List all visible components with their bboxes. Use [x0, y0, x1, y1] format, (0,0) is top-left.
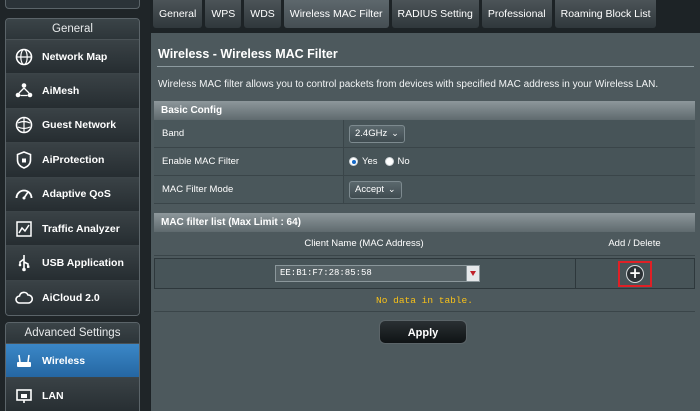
- traffic-analyzer-icon: [13, 218, 35, 240]
- tab-bar: General WPS WDS Wireless MAC Filter RADI…: [150, 0, 700, 29]
- enable-mac-filter-row: Enable MAC Filter Yes No: [154, 148, 695, 176]
- basic-config-header: Basic Config: [154, 101, 695, 120]
- tab-general[interactable]: General: [153, 0, 203, 28]
- mac-filter-mode-cell: Accept ⌄: [344, 176, 695, 203]
- guest-network-icon: [13, 114, 35, 136]
- page-title: Wireless - Wireless MAC Filter: [158, 47, 338, 61]
- usb-application-icon: [13, 252, 35, 274]
- enable-no-radio[interactable]: [384, 157, 394, 166]
- no-data-message: No data in table.: [154, 290, 695, 312]
- client-name-column-header: Client Name (MAC Address): [304, 238, 424, 249]
- mac-filter-mode-value: Accept: [355, 184, 385, 195]
- sidebar-item-traffic-analyzer[interactable]: Traffic Analyzer: [6, 211, 139, 247]
- sidebar-top-edge: [5, 0, 140, 9]
- sidebar-item-aicloud[interactable]: AiCloud 2.0: [6, 280, 139, 315]
- band-label: Band: [154, 120, 344, 147]
- sidebar-item-label: Wireless: [42, 354, 86, 367]
- network-map-icon: [13, 46, 35, 68]
- band-row: Band 2.4GHz ⌄: [154, 120, 695, 148]
- mac-list-column-headers: Client Name (MAC Address) Add / Delete: [154, 232, 695, 256]
- mac-filter-mode-row: MAC Filter Mode Accept ⌄: [154, 176, 695, 204]
- mac-filter-list-header: MAC filter list (Max Limit : 64): [154, 213, 695, 232]
- tab-wds[interactable]: WDS: [244, 0, 281, 28]
- sidebar-item-lan[interactable]: LAN: [6, 378, 139, 411]
- sidebar-item-adaptive-qos[interactable]: Adaptive QoS: [6, 177, 139, 212]
- add-button[interactable]: +: [626, 263, 644, 283]
- sidebar-item-aimesh[interactable]: AiMesh: [6, 74, 139, 109]
- tab-roaming-block-list[interactable]: Roaming Block List: [554, 0, 657, 28]
- mac-filter-mode-label: MAC Filter Mode: [154, 176, 344, 203]
- band-select[interactable]: 2.4GHz ⌄: [349, 124, 405, 143]
- mac-address-input[interactable]: EE:B1:F7:28:85:58: [275, 265, 466, 282]
- sidebar-item-label: Traffic Analyzer: [42, 222, 120, 235]
- advanced-settings-header: Advanced Settings: [6, 323, 139, 344]
- dropdown-arrow-icon: [470, 271, 476, 276]
- wireless-icon: [13, 350, 35, 372]
- adaptive-qos-icon: [13, 183, 35, 205]
- mac-filter-mode-select[interactable]: Accept ⌄: [349, 180, 402, 199]
- sidebar-item-guest-network[interactable]: Guest Network: [6, 108, 139, 144]
- tab-radius-setting[interactable]: RADIUS Setting: [391, 0, 479, 28]
- band-select-value: 2.4GHz: [355, 128, 388, 139]
- title-divider: [157, 66, 694, 67]
- aicloud-icon: [13, 287, 35, 309]
- sidebar: General Network Map AiMesh Guest Network…: [0, 0, 150, 411]
- aiprotection-icon: [13, 149, 35, 171]
- sidebar-item-label: Guest Network: [42, 119, 117, 132]
- lan-icon: [13, 385, 35, 407]
- apply-button[interactable]: Apply: [379, 320, 467, 344]
- chevron-down-icon: ⌄: [391, 128, 399, 138]
- general-header: General: [6, 19, 139, 40]
- sidebar-item-aiprotection[interactable]: AiProtection: [6, 143, 139, 178]
- add-delete-column-header: Add / Delete: [608, 238, 661, 249]
- sidebar-item-label: AiMesh: [42, 85, 80, 98]
- enable-mac-filter-label: Enable MAC Filter: [154, 148, 344, 175]
- client-dropdown-button[interactable]: [466, 265, 480, 282]
- mac-entry-row: EE:B1:F7:28:85:58 +: [154, 258, 695, 289]
- add-button-highlight: +: [618, 260, 652, 287]
- sidebar-item-label: USB Application: [42, 257, 124, 270]
- main-panel: Wireless - Wireless MAC Filter Wireless …: [151, 33, 700, 411]
- sidebar-item-label: AiCloud 2.0: [42, 291, 100, 304]
- sidebar-item-network-map[interactable]: Network Map: [6, 40, 139, 75]
- aimesh-icon: [13, 80, 35, 102]
- enable-mac-filter-radios: Yes No: [349, 156, 413, 167]
- tab-wireless-mac-filter[interactable]: Wireless MAC Filter: [283, 0, 389, 28]
- mac-address-combo: EE:B1:F7:28:85:58: [275, 265, 480, 282]
- plus-icon: +: [628, 263, 642, 282]
- advanced-menu-group: Advanced Settings Wireless LAN: [5, 322, 140, 411]
- enable-no-label: No: [397, 156, 410, 167]
- add-cell: +: [576, 259, 694, 288]
- mac-entry-cell: EE:B1:F7:28:85:58: [155, 259, 576, 288]
- band-value-cell: 2.4GHz ⌄: [344, 120, 695, 147]
- sidebar-item-wireless[interactable]: Wireless: [6, 344, 139, 379]
- sidebar-item-label: Network Map: [42, 50, 108, 63]
- enable-yes-radio[interactable]: [349, 157, 358, 166]
- tab-professional[interactable]: Professional: [481, 0, 552, 28]
- sidebar-item-label: LAN: [42, 389, 64, 402]
- sidebar-item-label: Adaptive QoS: [42, 188, 111, 201]
- chevron-down-icon: ⌄: [388, 184, 396, 194]
- sidebar-item-label: AiProtection: [42, 153, 105, 166]
- general-menu-group: General Network Map AiMesh Guest Network…: [5, 18, 140, 316]
- sidebar-item-usb-application[interactable]: USB Application: [6, 246, 139, 281]
- page-description: Wireless MAC filter allows you to contro…: [158, 79, 659, 90]
- enable-yes-label: Yes: [362, 156, 378, 167]
- tab-wps[interactable]: WPS: [205, 0, 242, 28]
- enable-mac-filter-cell: Yes No: [344, 148, 695, 175]
